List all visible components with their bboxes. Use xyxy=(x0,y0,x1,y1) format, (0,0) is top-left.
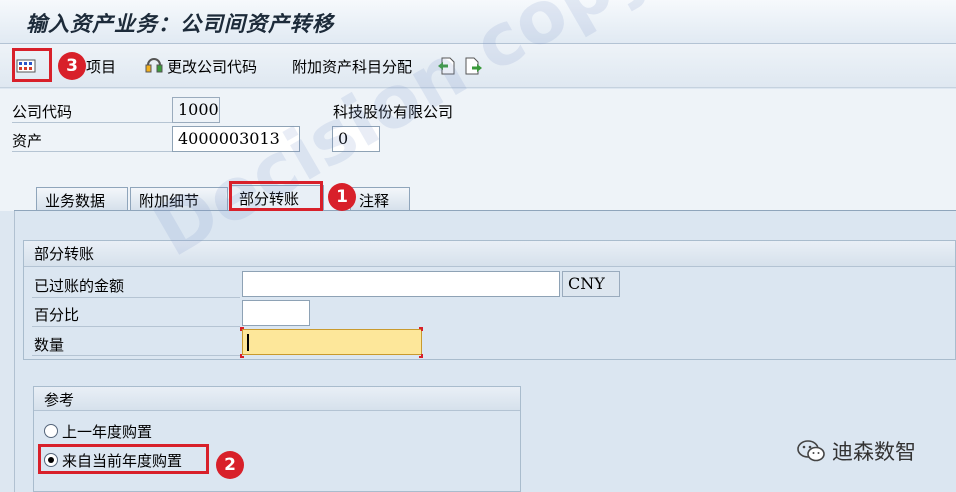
company-code-field: 1000 xyxy=(172,97,220,123)
annotation-box-3 xyxy=(12,48,52,82)
asset-number-input[interactable]: 4000003013 xyxy=(172,126,300,152)
text-cursor xyxy=(247,334,249,351)
wechat-icon xyxy=(796,439,826,463)
asset-label: 资产 xyxy=(12,132,43,150)
company-name: 科技股份有限公司 xyxy=(333,103,454,121)
header-area xyxy=(0,89,956,173)
annotation-badge-2: 2 xyxy=(216,451,244,479)
export-button[interactable] xyxy=(464,54,487,78)
percentage-input[interactable] xyxy=(242,300,310,326)
items-button-label: 项目 xyxy=(86,57,117,76)
quantity-label: 数量 xyxy=(34,336,65,354)
partial-transfer-group: 部分转账 xyxy=(23,240,956,360)
quantity-underline xyxy=(32,355,240,356)
asset-underline xyxy=(12,151,172,152)
required-corner-bl xyxy=(240,354,244,358)
quantity-input[interactable] xyxy=(242,329,422,355)
window-title: 输入资产业务：公司间资产转移 xyxy=(26,12,334,36)
company-code-label: 公司代码 xyxy=(12,103,73,121)
reference-title: 参考 xyxy=(34,387,520,411)
toolbar: 项目 更改公司代码 附加资产科目分配 xyxy=(0,44,956,88)
annotation-badge-3: 3 xyxy=(58,52,86,80)
annotation-badge-1: 1 xyxy=(328,183,356,211)
brand-name: 迪森数智 xyxy=(832,440,916,464)
prior-year-label: 上一年度购置 xyxy=(62,423,153,441)
additional-account-assignment-label: 附加资产科目分配 xyxy=(292,57,413,76)
annotation-box-2 xyxy=(38,444,209,474)
title-bar: 输入资产业务：公司间资产转移 xyxy=(0,0,956,44)
currency-field: CNY xyxy=(562,271,620,297)
change-company-code-label: 更改公司代码 xyxy=(167,57,258,76)
tab-business-data[interactable]: 业务数据 xyxy=(36,187,128,211)
items-button[interactable]: 项目 xyxy=(86,54,116,78)
required-corner-tr xyxy=(419,327,423,331)
change-company-code-button[interactable]: 更改公司代码 xyxy=(144,54,257,78)
import-icon xyxy=(436,56,456,76)
change-company-code-icon xyxy=(144,56,164,76)
brand-logo: 迪森数智 xyxy=(796,436,916,466)
required-corner-br xyxy=(419,354,423,358)
percentage-label: 百分比 xyxy=(34,306,80,324)
asset-subnumber-input[interactable]: 0 xyxy=(332,126,380,152)
required-corner-tl xyxy=(240,327,244,331)
tab-notes[interactable]: 注释 xyxy=(350,187,410,211)
tab-additional-details[interactable]: 附加细节 xyxy=(130,187,228,211)
posted-amount-label: 已过账的金额 xyxy=(34,277,125,295)
posted-amount-input[interactable] xyxy=(242,271,560,297)
annotation-box-1 xyxy=(229,181,323,211)
percentage-underline xyxy=(32,326,240,327)
import-button[interactable] xyxy=(436,54,459,78)
partial-transfer-title: 部分转账 xyxy=(24,241,955,267)
company-code-underline xyxy=(12,122,172,123)
prior-year-radio[interactable] xyxy=(44,424,58,438)
additional-account-assignment-button[interactable]: 附加资产科目分配 xyxy=(292,54,412,78)
export-icon xyxy=(464,56,484,76)
posted-amount-underline xyxy=(32,297,240,298)
